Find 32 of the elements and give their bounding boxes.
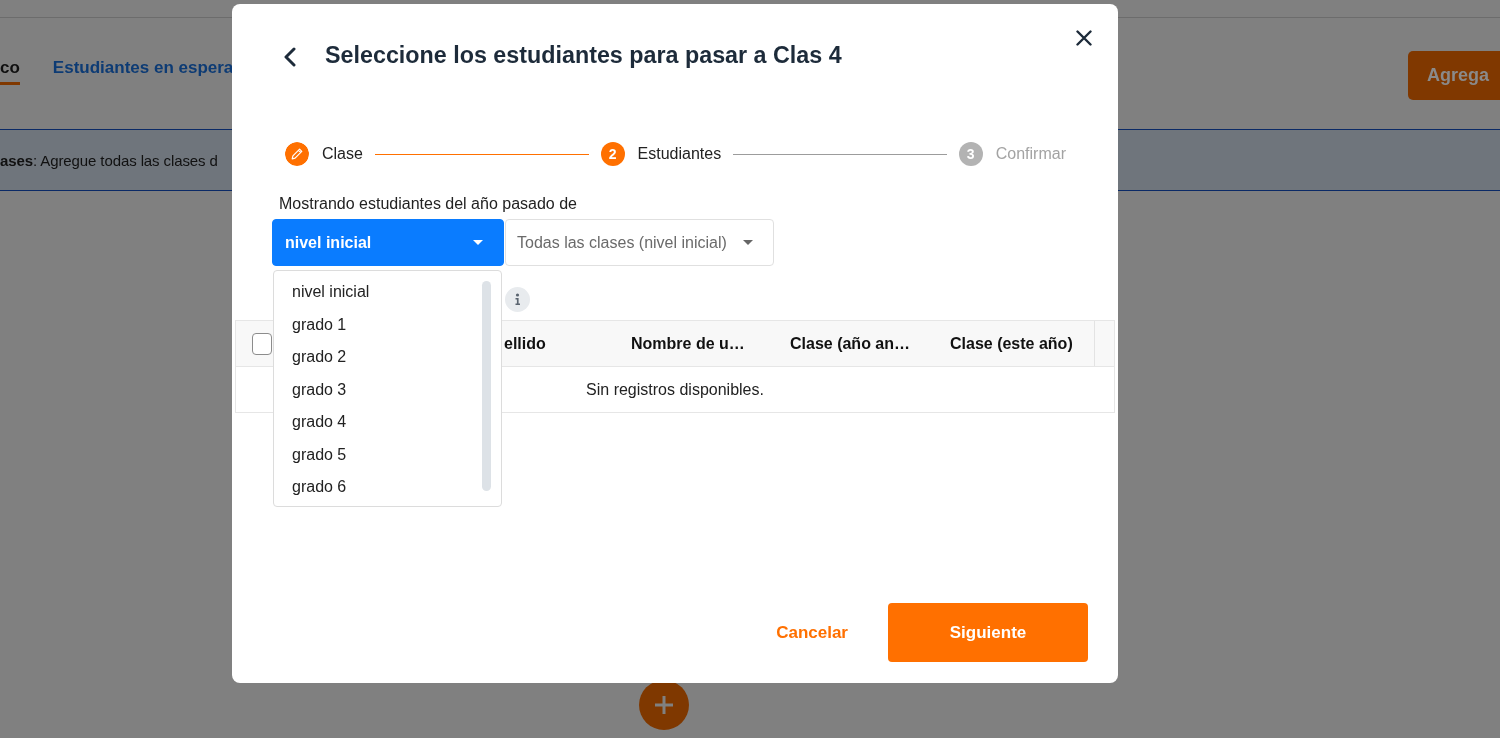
filter-label: Mostrando estudiantes del año pasado de (279, 194, 577, 214)
dropdown-option[interactable]: grado 2 (274, 341, 501, 374)
plus-icon[interactable] (639, 680, 689, 730)
select-all-checkbox[interactable] (252, 332, 272, 355)
column-header[interactable]: Clase (año an… (790, 334, 911, 353)
dropdown-option[interactable]: grado 4 (274, 406, 501, 439)
dropdown-option[interactable]: grado 1 (274, 308, 501, 341)
info-icon[interactable] (505, 287, 530, 312)
close-icon[interactable] (1076, 30, 1092, 46)
column-header[interactable]: Clase (este año) (950, 334, 1073, 353)
back-icon[interactable] (283, 47, 297, 67)
banner-text: ases: Agregue todas las clases d (0, 151, 218, 169)
step-label: Confirmar (995, 145, 1066, 163)
page-tab[interactable]: co (0, 58, 20, 85)
step-number: 3 (958, 142, 983, 166)
pencil-icon (285, 142, 309, 166)
scrollbar-thumb[interactable] (482, 281, 491, 491)
caret-icon (742, 240, 753, 245)
column-header[interactable]: ellido (504, 334, 546, 353)
dropdown-option[interactable]: grado 5 (274, 438, 501, 471)
caret-icon (473, 240, 483, 245)
step-label: Estudiantes (637, 145, 722, 163)
step-label: Clase (322, 145, 363, 163)
empty-message: Sin registros disponibles. (586, 380, 764, 399)
dropdown-select[interactable]: Todas las clases (nivel inicial) (505, 219, 774, 266)
dropdown-option[interactable]: nivel inicial (274, 276, 501, 309)
dialog-title: Seleccione los estudiantes para pasar a Clas 4 (325, 41, 842, 70)
column-header[interactable]: Nombre de u… (631, 334, 745, 353)
step-number: 2 (600, 142, 625, 166)
dropdown-option[interactable]: grado 3 (274, 373, 501, 406)
dropdown-option[interactable]: grado 6 (274, 471, 501, 504)
dropdown-select[interactable]: nivel inicial (272, 219, 504, 266)
